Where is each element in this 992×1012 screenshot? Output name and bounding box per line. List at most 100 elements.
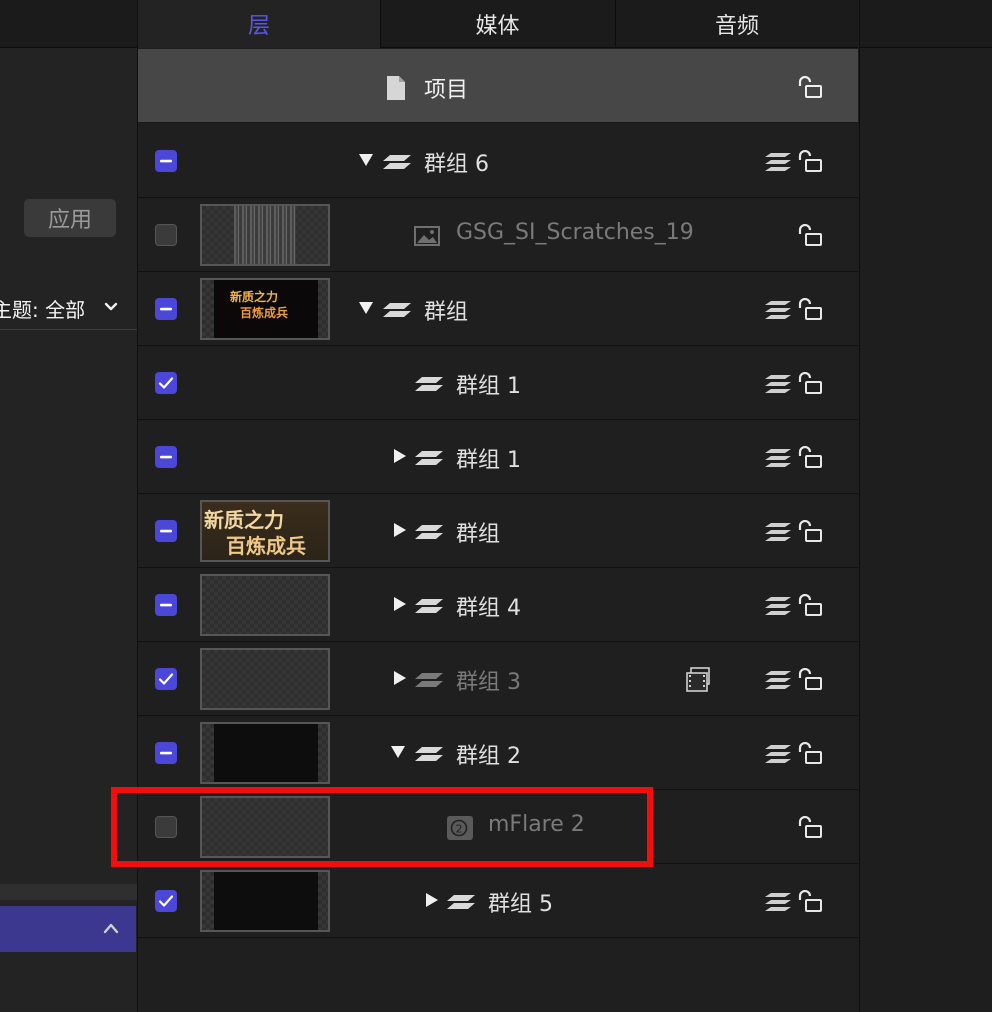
layer-thumbnail: 新质之力 百炼成兵 xyxy=(200,500,330,562)
layer-row[interactable]: 新质之力 百炼成兵 群组 xyxy=(138,494,858,568)
disclosure-collapsed-icon[interactable] xyxy=(392,596,408,612)
layer-name[interactable]: 群组 3 xyxy=(456,664,521,696)
layers-icon xyxy=(415,525,443,539)
layer-name[interactable]: 群组 2 xyxy=(456,738,521,770)
disclosure-expanded-icon[interactable] xyxy=(358,300,374,316)
scratches-texture xyxy=(234,206,296,264)
layer-name[interactable]: 群组 1 xyxy=(456,442,521,474)
layers-icon xyxy=(415,599,443,613)
layer-thumbnail xyxy=(200,648,330,710)
layer-thumbnail xyxy=(200,796,330,858)
tab-media[interactable]: 媒体 xyxy=(380,0,614,48)
layer-checkbox-mixed[interactable] xyxy=(155,520,177,542)
layer-name[interactable]: GSG_SI_Scratches_19 xyxy=(456,220,694,245)
lock-icon[interactable] xyxy=(797,76,823,98)
lock-icon[interactable] xyxy=(797,446,823,468)
layer-row[interactable]: 新质之力 百炼成兵 群组 xyxy=(138,272,858,346)
disclosure-collapsed-icon[interactable] xyxy=(392,670,408,686)
layer-row[interactable]: GSG_SI_Scratches_19 xyxy=(138,198,858,272)
layer-checkbox-unchecked[interactable] xyxy=(155,224,177,246)
dash-icon xyxy=(160,159,172,163)
left-panel: 应用 主题: 全部 xyxy=(0,0,138,1012)
layer-name[interactable]: 群组 5 xyxy=(488,886,553,918)
dash-icon xyxy=(160,455,172,459)
layer-stack-icon[interactable] xyxy=(764,891,792,913)
layer-checkbox-checked[interactable] xyxy=(155,372,177,394)
dash-icon xyxy=(160,603,172,607)
layer-name[interactable]: 群组 6 xyxy=(424,146,489,178)
layer-stack-icon[interactable] xyxy=(764,595,792,617)
project-label: 项目 xyxy=(424,78,469,103)
tab-audio[interactable]: 音频 xyxy=(615,0,858,48)
layers-icon xyxy=(383,155,411,169)
layer-stack-icon[interactable] xyxy=(764,151,792,173)
lock-icon[interactable] xyxy=(797,890,823,912)
disclosure-expanded-icon[interactable] xyxy=(358,152,374,168)
layers-icon xyxy=(447,895,475,909)
layer-thumbnail xyxy=(200,204,330,266)
theme-filter-label: 主题: 全部 xyxy=(0,298,86,322)
layer-checkbox-mixed[interactable] xyxy=(155,742,177,764)
chevron-up-icon[interactable] xyxy=(103,922,119,934)
lock-icon[interactable] xyxy=(797,668,823,690)
scroll-track[interactable] xyxy=(0,884,137,900)
layer-stack-icon[interactable] xyxy=(764,521,792,543)
layer-name[interactable]: mFlare 2 xyxy=(488,812,585,837)
disclosure-collapsed-icon[interactable] xyxy=(424,892,440,908)
lock-icon[interactable] xyxy=(797,372,823,394)
layer-name[interactable]: 群组 xyxy=(456,516,500,548)
lock-icon[interactable] xyxy=(797,298,823,320)
layer-row[interactable]: 群组 6 xyxy=(138,124,858,198)
layer-checkbox-mixed[interactable] xyxy=(155,594,177,616)
layer-stack-icon[interactable] xyxy=(764,447,792,469)
layer-thumbnail: 新质之力 百炼成兵 xyxy=(200,278,330,340)
layer-stack-icon[interactable] xyxy=(764,299,792,321)
tab-bar: 层 媒体 音频 xyxy=(138,0,858,48)
layer-row[interactable]: 群组 1 xyxy=(138,346,858,420)
lock-icon[interactable] xyxy=(797,224,823,246)
layer-row[interactable]: 群组 2 xyxy=(138,716,858,790)
right-area xyxy=(859,0,992,1012)
project-row[interactable]: 项目 xyxy=(138,49,858,123)
lock-icon[interactable] xyxy=(797,520,823,542)
layer-row[interactable]: 群组 3 xyxy=(138,642,858,716)
layer-stack-icon[interactable] xyxy=(764,743,792,765)
svg-text:2: 2 xyxy=(456,823,463,836)
theme-filter-dropdown[interactable]: 主题: 全部 xyxy=(0,288,137,330)
tab-layers[interactable]: 层 xyxy=(138,0,380,48)
layers-icon xyxy=(415,747,443,761)
lock-icon[interactable] xyxy=(797,594,823,616)
layer-checkbox-checked[interactable] xyxy=(155,890,177,912)
checkmark-icon xyxy=(158,673,174,685)
layer-checkbox-mixed[interactable] xyxy=(155,298,177,320)
lock-icon[interactable] xyxy=(797,742,823,764)
disclosure-collapsed-icon[interactable] xyxy=(392,522,408,538)
lens-flare-icon: 2 xyxy=(447,816,473,840)
layer-thumbnail xyxy=(200,574,330,636)
lock-icon[interactable] xyxy=(797,150,823,172)
layer-name[interactable]: 群组 1 xyxy=(456,368,521,400)
layer-stack-icon[interactable] xyxy=(764,669,792,691)
layer-checkbox-mixed[interactable] xyxy=(155,446,177,468)
layer-row[interactable]: 群组 1 xyxy=(138,420,858,494)
layer-name[interactable]: 群组 4 xyxy=(456,590,521,622)
thumb-text-line1: 新质之力 xyxy=(204,508,284,532)
thumb-text-line2: 百炼成兵 xyxy=(240,306,289,320)
apply-button[interactable]: 应用 xyxy=(24,199,116,237)
film-icon[interactable] xyxy=(686,667,710,693)
disclosure-collapsed-icon[interactable] xyxy=(392,448,408,464)
layer-name[interactable]: 群组 xyxy=(424,294,468,326)
layer-row[interactable]: 群组 4 xyxy=(138,568,858,642)
layer-row[interactable]: 群组 5 xyxy=(138,864,858,938)
checkmark-icon xyxy=(158,895,174,907)
layer-checkbox-mixed[interactable] xyxy=(155,150,177,172)
layer-checkbox-unchecked[interactable] xyxy=(155,816,177,838)
layer-row[interactable]: 2 mFlare 2 xyxy=(138,790,858,864)
thumb-text-line2: 百炼成兵 xyxy=(226,534,306,558)
layer-thumbnail xyxy=(200,722,330,784)
lock-icon[interactable] xyxy=(797,816,823,838)
layer-stack-icon[interactable] xyxy=(764,373,792,395)
dark-preview xyxy=(214,724,318,782)
layer-checkbox-checked[interactable] xyxy=(155,668,177,690)
disclosure-expanded-icon[interactable] xyxy=(390,744,406,760)
